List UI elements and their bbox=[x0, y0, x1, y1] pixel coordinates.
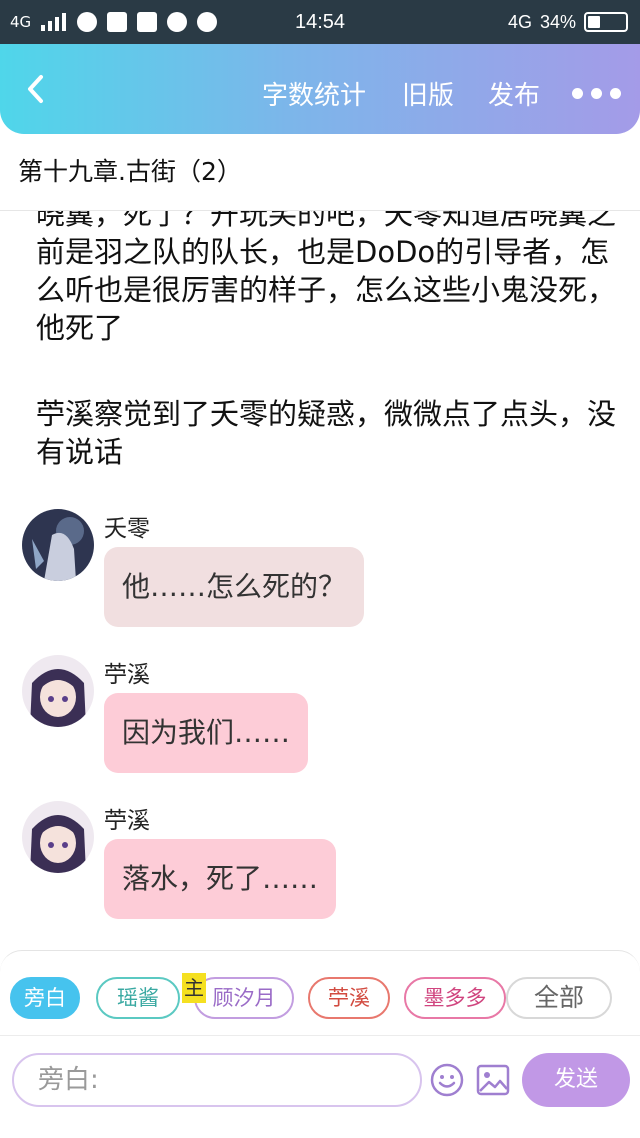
avatar[interactable] bbox=[22, 655, 94, 727]
role-chip-moduoduo[interactable]: 墨多多 bbox=[404, 977, 506, 1019]
message-bubble[interactable]: 他……怎么死的？ bbox=[104, 547, 365, 627]
avatar[interactable] bbox=[22, 801, 94, 873]
network-indicator-right: 4G bbox=[507, 11, 532, 32]
chapter-title[interactable]: 第十九章.古街（2） bbox=[18, 152, 242, 188]
speaker-name: 苧溪 bbox=[104, 662, 150, 688]
word-count-button[interactable]: 字数统计 bbox=[262, 44, 366, 134]
battery-level bbox=[588, 16, 601, 28]
message-input[interactable] bbox=[12, 1053, 422, 1107]
speaker-name: 夭零 bbox=[104, 516, 150, 542]
status-bar: 4G 14:54 4G 34% bbox=[0, 0, 640, 44]
role-chip-all[interactable]: 全部 bbox=[506, 977, 612, 1019]
role-chip-zhuxi[interactable]: 苧溪 bbox=[308, 977, 390, 1019]
old-version-button[interactable]: 旧版 bbox=[402, 44, 454, 134]
status-right: 4G 34% bbox=[508, 0, 628, 44]
back-button[interactable] bbox=[18, 66, 54, 112]
send-button[interactable]: 发送 bbox=[522, 1053, 630, 1107]
back-arrow-icon bbox=[28, 75, 43, 103]
compose-panel: 旁白 瑶酱 顾汐月 主 苧溪 墨多多 全部 发送 bbox=[0, 950, 640, 1138]
image-icon[interactable] bbox=[476, 1064, 510, 1096]
editor-header: 字数统计 旧版 发布 bbox=[0, 44, 640, 134]
narration-paragraph: 苧溪察觉到了夭零的疑惑，微微点了点头，没有说话 bbox=[36, 397, 617, 469]
avatar-image bbox=[22, 655, 94, 727]
avatar-image bbox=[22, 509, 94, 581]
battery-percent: 34% bbox=[539, 11, 576, 32]
role-chip-narration[interactable]: 旁白 bbox=[10, 977, 80, 1019]
role-chip-guxiyue[interactable]: 顾汐月 bbox=[194, 977, 294, 1019]
emoji-icon[interactable] bbox=[430, 1063, 464, 1097]
publish-button[interactable]: 发布 bbox=[488, 44, 540, 134]
message-bubble[interactable]: 落水，死了…… bbox=[104, 839, 337, 919]
role-chip-yaojiang[interactable]: 瑶酱 bbox=[96, 977, 180, 1019]
main-character-badge: 主 bbox=[182, 973, 206, 1003]
role-selector: 旁白 瑶酱 顾汐月 主 苧溪 墨多多 全部 bbox=[10, 973, 630, 1021]
speaker-name: 苧溪 bbox=[104, 808, 150, 834]
more-dots-icon[interactable] bbox=[572, 88, 621, 99]
message-bubble[interactable]: 因为我们…… bbox=[104, 693, 309, 773]
panel-divider bbox=[0, 1035, 640, 1036]
avatar[interactable] bbox=[22, 509, 94, 581]
battery-icon bbox=[584, 12, 628, 32]
narration-paragraph: 晓翼，死了？开玩笑的吧，夭零知道居晓翼之前是羽之队的队长，也是DoDo的引导者，… bbox=[36, 211, 617, 345]
story-content: 晓翼，死了？开玩笑的吧，夭零知道居晓翼之前是羽之队的队长，也是DoDo的引导者，… bbox=[0, 211, 640, 951]
avatar-image bbox=[22, 801, 94, 873]
